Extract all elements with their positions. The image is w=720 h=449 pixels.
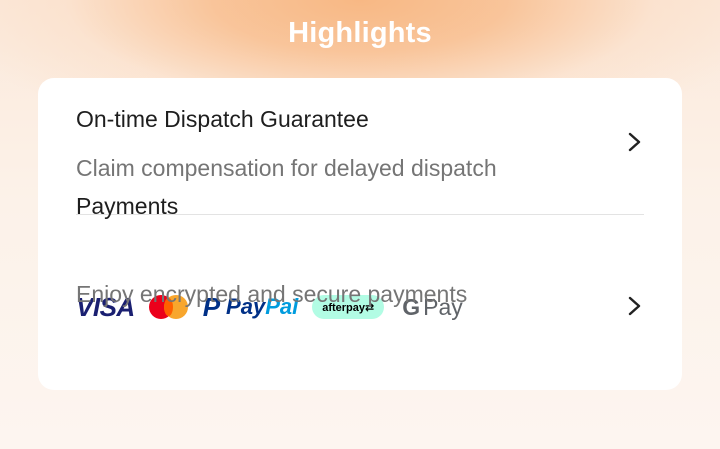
payments-title: Payments <box>76 193 179 219</box>
payments-row[interactable]: Payments VISA P Pay Pal afterpay⇄ G Pay En… <box>38 193 682 390</box>
chevron-right-icon <box>628 296 641 316</box>
chevron-right-icon <box>628 132 641 152</box>
dispatch-guarantee-subtitle: Claim compensation for delayed dispatch <box>76 155 497 181</box>
dispatch-guarantee-title: On-time Dispatch Guarantee <box>76 106 369 132</box>
highlights-card: On-time Dispatch Guarantee Claim compens… <box>38 78 682 390</box>
payments-subtitle: Enjoy encrypted and secure payments <box>76 281 468 307</box>
section-title: Highlights <box>288 17 432 49</box>
